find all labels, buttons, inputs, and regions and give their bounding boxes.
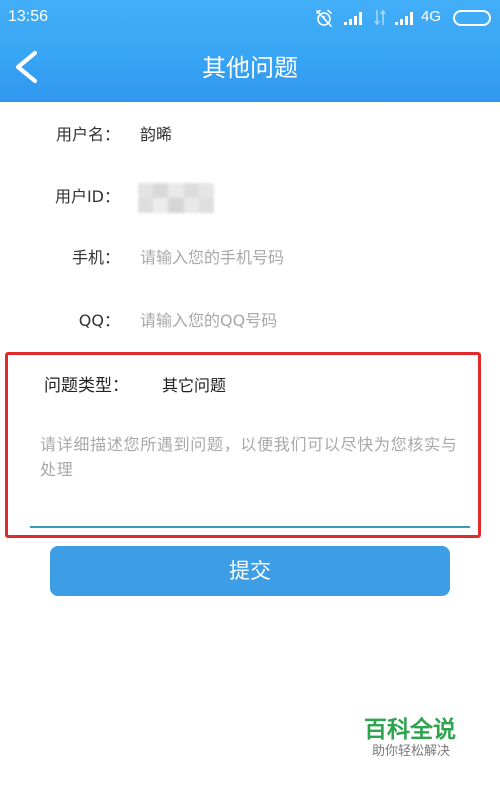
page-title: 其他问题 — [202, 54, 298, 82]
user-id-label: 用户ID： — [54, 187, 120, 206]
signal-icon — [395, 12, 413, 25]
app-header: 13:56 4G 其他问题 — [0, 0, 500, 102]
qq-input[interactable] — [140, 309, 470, 333]
description-textarea[interactable] — [40, 432, 465, 522]
watermark-slogan: 助你轻松解决 — [372, 744, 451, 759]
qq-row: QQ： — [0, 309, 500, 333]
network-type-label: 4G — [421, 8, 442, 25]
phone-input[interactable] — [140, 246, 470, 270]
signal-icon — [344, 12, 362, 25]
issue-type-label: 问题类型： — [44, 376, 129, 396]
phone-label: 手机： — [71, 248, 120, 267]
battery-icon — [453, 10, 491, 26]
submit-button[interactable]: 提交 — [50, 546, 450, 596]
qq-label: QQ： — [78, 311, 120, 330]
issue-type-value: 其它问题 — [162, 376, 227, 395]
alarm-off-icon — [316, 9, 332, 27]
username-row: 用户名： 韵晞 — [0, 123, 500, 147]
phone-row: 手机： — [0, 246, 500, 270]
user-id-row: 用户ID： — [0, 185, 500, 209]
description-underline — [30, 526, 470, 528]
username-label: 用户名： — [55, 125, 120, 144]
watermark-brand: 百科全说 — [364, 717, 456, 743]
data-transfer-icon — [374, 9, 386, 26]
username-value: 韵晞 — [140, 125, 173, 144]
status-time: 13:56 — [8, 8, 49, 25]
user-id-redacted-block — [138, 183, 214, 213]
